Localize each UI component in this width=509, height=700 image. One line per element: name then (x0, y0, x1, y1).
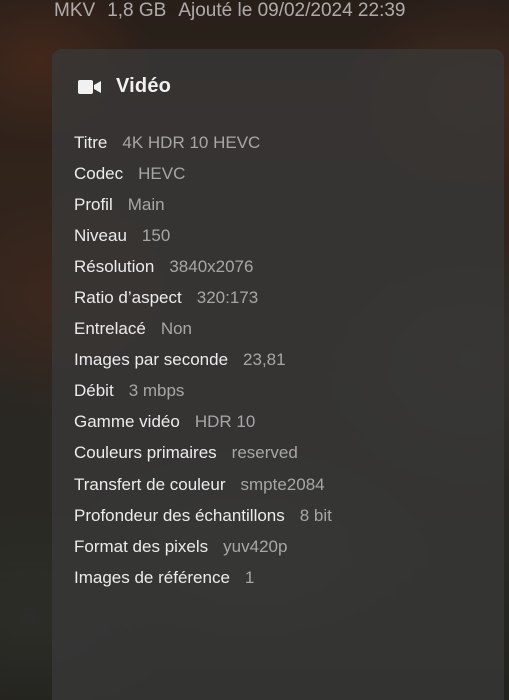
property-row-title: Titre 4K HDR 10 HEVC (74, 127, 332, 158)
property-row-ref-frames: Images de référence 1 (74, 562, 332, 593)
date-added: Ajouté le 09/02/2024 22:39 (178, 0, 406, 21)
property-value: smpte2084 (240, 474, 325, 494)
property-row-aspect-ratio: Ratio d’aspect 320:173 (74, 282, 332, 313)
property-value: 3 mbps (128, 381, 185, 401)
property-value: 8 bit (299, 505, 332, 525)
property-value: Main (127, 194, 165, 214)
property-value: 4K HDR 10 HEVC (122, 132, 261, 152)
property-label: Entrelacé (74, 319, 146, 339)
property-row-color-transfer: Transfert de couleur smpte2084 (74, 469, 332, 500)
property-label: Format des pixels (74, 536, 209, 556)
property-value: HEVC (138, 163, 186, 183)
property-value: 3840x2076 (169, 256, 254, 276)
property-value: reserved (231, 443, 298, 463)
property-label: Ratio d’aspect (74, 288, 182, 308)
file-meta-line: MKV 1,8 GB Ajouté le 09/02/2024 22:39 (54, 0, 405, 22)
property-label: Gamme vidéo (74, 412, 180, 432)
property-row-level: Niveau 150 (74, 220, 332, 251)
property-value: 1 (244, 567, 255, 587)
video-camera-icon (78, 79, 101, 94)
property-row-bitrate: Débit 3 mbps (74, 376, 332, 407)
property-row-framerate: Images par seconde 23,81 (74, 345, 332, 376)
property-label: Niveau (74, 225, 127, 245)
property-value: 150 (141, 225, 171, 245)
property-row-interlaced: Entrelacé Non (74, 314, 332, 345)
property-value: Non (160, 319, 193, 339)
property-row-codec: Codec HEVC (74, 158, 332, 189)
property-label: Débit (74, 381, 114, 401)
property-label: Transfert de couleur (74, 474, 226, 494)
video-info-panel: Vidéo Titre 4K HDR 10 HEVC Codec HEVC Pr… (52, 49, 504, 700)
property-row-resolution: Résolution 3840x2076 (74, 251, 332, 282)
property-value: HDR 10 (194, 412, 256, 432)
property-value: 320:173 (196, 288, 259, 308)
property-label: Profondeur des échantillons (74, 505, 285, 525)
container-format: MKV (54, 0, 96, 21)
property-label: Profil (74, 194, 113, 214)
property-value: yuv420p (223, 536, 288, 556)
backdrop: MKV 1,8 GB Ajouté le 09/02/2024 22:39 Vi… (0, 0, 509, 700)
property-label: Codec (74, 163, 124, 183)
property-row-color-primaries: Couleurs primaires reserved (74, 438, 332, 469)
panel-title: Vidéo (116, 75, 172, 97)
video-properties-list: Titre 4K HDR 10 HEVC Codec HEVC Profil M… (74, 127, 332, 593)
property-label: Résolution (74, 256, 155, 276)
property-row-bit-depth: Profondeur des échantillons 8 bit (74, 500, 332, 531)
property-label: Images de référence (74, 567, 230, 587)
property-row-video-range: Gamme vidéo HDR 10 (74, 407, 332, 438)
property-row-profile: Profil Main (74, 189, 332, 220)
property-row-pixel-format: Format des pixels yuv420p (74, 531, 332, 562)
property-label: Titre (74, 132, 108, 152)
file-size: 1,8 GB (107, 0, 167, 21)
property-label: Images par seconde (74, 350, 229, 370)
panel-header: Vidéo (77, 75, 171, 98)
property-value: 23,81 (243, 350, 286, 370)
property-label: Couleurs primaires (74, 443, 217, 463)
